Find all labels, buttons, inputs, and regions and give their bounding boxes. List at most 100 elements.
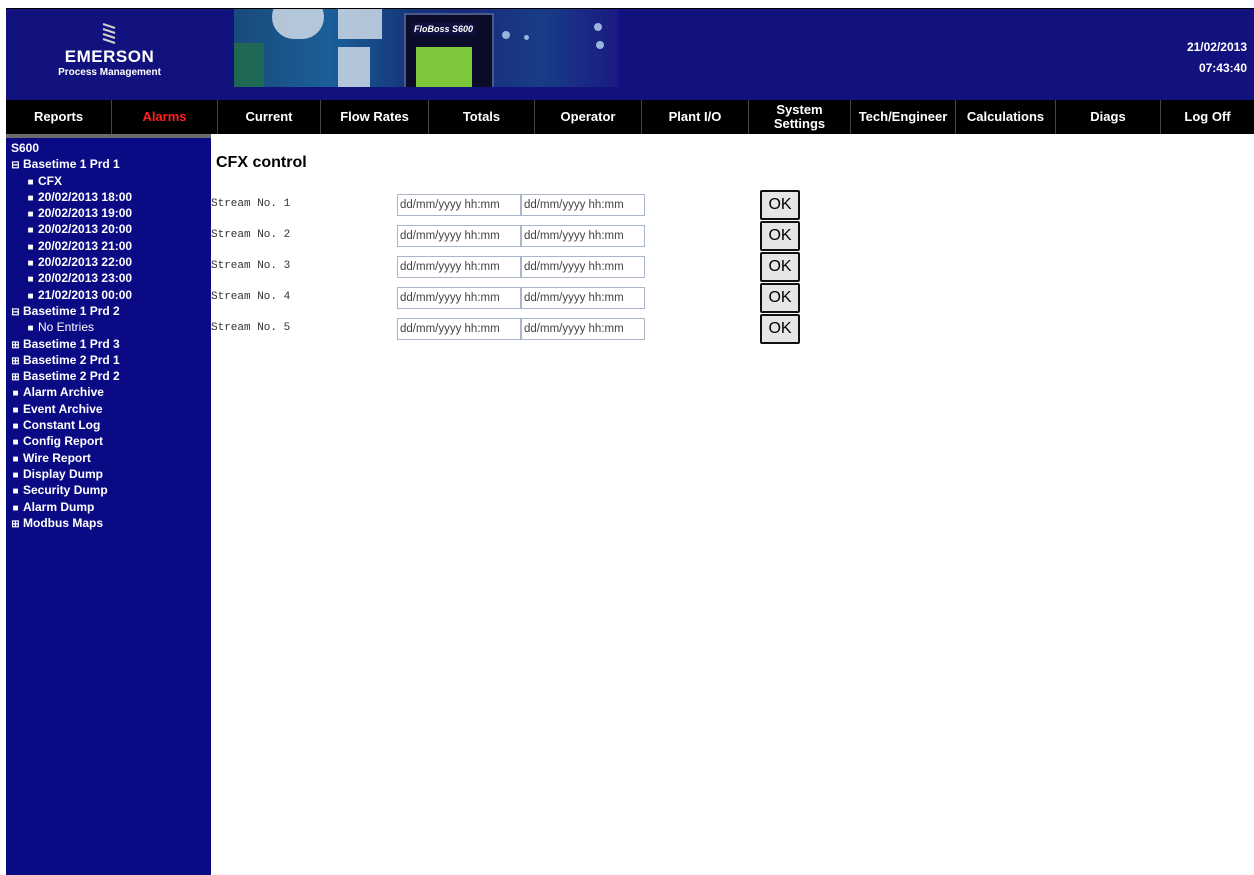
sidebar-item-event-archive[interactable]: ■ Event Archive [6,401,211,417]
sidebar-tree: S600 ⊟ Basetime 1 Prd 1 ■ CFX ■ 20/02/2013 18… [6,134,211,875]
sidebar-item-20-02-2013-18-00[interactable]: ■ 20/02/2013 18:00 [6,189,211,205]
stream-label: Stream No. 2 [211,229,291,241]
stream-row-4: Stream No. 4 OK [211,283,811,313]
nav-item-plant-i-o[interactable]: Plant I/O [642,100,749,134]
sidebar-item-security-dump[interactable]: ■ Security Dump [6,482,211,498]
sidebar-item-config-report[interactable]: ■ Config Report [6,433,211,449]
stream-label: Stream No. 3 [211,260,291,272]
sidebar-item-basetime-1-prd-3[interactable]: ⊞ Basetime 1 Prd 3 [6,336,211,352]
stream-2-from-datetime-input[interactable] [397,225,521,247]
header-date: 21/02/2013 [1186,40,1247,54]
sidebar-item-alarm-dump[interactable]: ■ Alarm Dump [6,499,211,515]
nav-item-totals[interactable]: Totals [429,100,535,134]
sidebar-item-label: Alarm Archive [23,385,104,400]
sidebar-item-basetime-1-prd-1[interactable]: ⊟ Basetime 1 Prd 1 [6,156,211,172]
minus-box-icon: ⊟ [11,306,20,318]
stream-1-from-datetime-input[interactable] [397,194,521,216]
stream-5-to-datetime-input[interactable] [521,318,645,340]
sidebar-item-label: 20/02/2013 23:00 [38,271,133,286]
floboss-device-image: FloBoss S600 [404,13,494,87]
nav-item-flow-rates[interactable]: Flow Rates [321,100,429,134]
datetime-display: 21/02/2013 07:43:40 [1187,37,1247,79]
sidebar-item-label: Basetime 1 Prd 1 [23,157,120,172]
stream-3-ok-button[interactable]: OK [760,252,800,282]
sidebar-root[interactable]: S600 [6,140,211,156]
stream-3-to-datetime-input[interactable] [521,256,645,278]
sidebar-item-label: 20/02/2013 18:00 [38,189,133,204]
logo-subtitle: Process Management [58,67,161,78]
nav-item-reports[interactable]: Reports [6,100,112,134]
sidebar-item-label: Display Dump [23,466,104,481]
sidebar-item-20-02-2013-20-00[interactable]: ■ 20/02/2013 20:00 [6,221,211,237]
sidebar-item-label: Event Archive [23,401,103,416]
product-banner-image: FloBoss S600 [234,9,618,87]
stream-2-to-datetime-input[interactable] [521,225,645,247]
sidebar-item-label: Alarm Dump [23,499,95,514]
sidebar-item-basetime-2-prd-2[interactable]: ⊞ Basetime 2 Prd 2 [6,368,211,384]
sidebar-item-20-02-2013-19-00[interactable]: ■ 20/02/2013 19:00 [6,205,211,221]
sidebar-item-wire-report[interactable]: ■ Wire Report [6,450,211,466]
sidebar-item-modbus-maps[interactable]: ⊞ Modbus Maps [6,515,211,531]
stream-3-from-datetime-input[interactable] [397,256,521,278]
nav-item-log-off[interactable]: Log Off [1161,100,1254,134]
stream-label: Stream No. 1 [211,198,291,210]
stream-1-to-datetime-input[interactable] [521,194,645,216]
stream-4-from-datetime-input[interactable] [397,287,521,309]
sidebar-item-20-02-2013-21-00[interactable]: ■ 20/02/2013 21:00 [6,238,211,254]
minus-box-icon: ⊟ [11,160,20,172]
sidebar-item-20-02-2013-23-00[interactable]: ■ 20/02/2013 23:00 [6,270,211,286]
stream-5-from-datetime-input[interactable] [397,318,521,340]
nav-item-alarms[interactable]: Alarms [112,100,218,134]
sidebar-item-label: Security Dump [23,483,108,498]
stream-row-2: Stream No. 2 OK [211,221,811,251]
sidebar-item-basetime-1-prd-2[interactable]: ⊟ Basetime 1 Prd 2 [6,303,211,319]
stream-5-ok-button[interactable]: OK [760,314,800,344]
plus-box-icon: ⊞ [11,518,20,530]
stream-label: Stream No. 5 [211,322,291,334]
sidebar-item-display-dump[interactable]: ■ Display Dump [6,466,211,482]
sidebar-item-label: Basetime 2 Prd 2 [23,369,120,384]
header-time: 07:43:40 [1198,61,1247,75]
sidebar-item-label: 20/02/2013 20:00 [38,222,133,237]
sidebar-item-basetime-2-prd-1[interactable]: ⊞ Basetime 2 Prd 1 [6,352,211,368]
device-label: FloBoss S600 [412,23,476,35]
sidebar-item-label: Basetime 1 Prd 3 [23,336,120,351]
sidebar-item-label: No Entries [38,320,95,335]
stream-2-ok-button[interactable]: OK [760,221,800,251]
sidebar-item-label: Basetime 2 Prd 1 [23,352,120,367]
sidebar-item-cfx[interactable]: ■ CFX [6,173,211,189]
sidebar-item-label: Config Report [23,434,103,449]
sidebar-item-alarm-archive[interactable]: ■ Alarm Archive [6,384,211,400]
sidebar-item-label: 20/02/2013 21:00 [38,238,133,253]
sidebar-item-constant-log[interactable]: ■ Constant Log [6,417,211,433]
nav-item-calculations[interactable]: Calculations [956,100,1056,134]
nav-item-system-settings[interactable]: System Settings [749,100,851,134]
emerson-logo: EMERSON Process Management [6,9,213,101]
main-nav: Reports Alarms Current Flow Rates Totals Oper… [6,100,1254,134]
sidebar-item-no-entries[interactable]: ■ No Entries [6,319,211,335]
sidebar-item-label: Modbus Maps [23,515,103,530]
stream-4-ok-button[interactable]: OK [760,283,800,313]
stream-row-1: Stream No. 1 OK [211,190,811,220]
header-bar: EMERSON Process Management FloBoss S600 … [6,8,1254,101]
nav-item-current[interactable]: Current [218,100,321,134]
sidebar-item-label: 20/02/2013 19:00 [38,206,133,221]
stream-row-5: Stream No. 5 OK [211,314,811,344]
sidebar-item-label: CFX [38,173,62,188]
sidebar-item-label: Wire Report [23,450,91,465]
stream-4-to-datetime-input[interactable] [521,287,645,309]
sidebar-item-label: Basetime 1 Prd 2 [23,303,120,318]
sidebar-item-21-02-2013-00-00[interactable]: ■ 21/02/2013 00:00 [6,287,211,303]
sidebar-item-label: 21/02/2013 00:00 [38,287,133,302]
nav-item-diags[interactable]: Diags [1056,100,1161,134]
nav-item-operator[interactable]: Operator [535,100,642,134]
sidebar-item-20-02-2013-22-00[interactable]: ■ 20/02/2013 22:00 [6,254,211,270]
emerson-logo-mark-icon [102,23,116,44]
stream-label: Stream No. 4 [211,291,291,303]
page-title: CFX control [216,154,307,171]
stream-row-3: Stream No. 3 OK [211,252,811,282]
nav-item-tech-engineer[interactable]: Tech/Engineer [851,100,956,134]
main-content: CFX control Stream No. 1 OK Stream No. 2 OK… [211,134,1254,875]
stream-1-ok-button[interactable]: OK [760,190,800,220]
sidebar-item-label: 20/02/2013 22:00 [38,255,133,270]
